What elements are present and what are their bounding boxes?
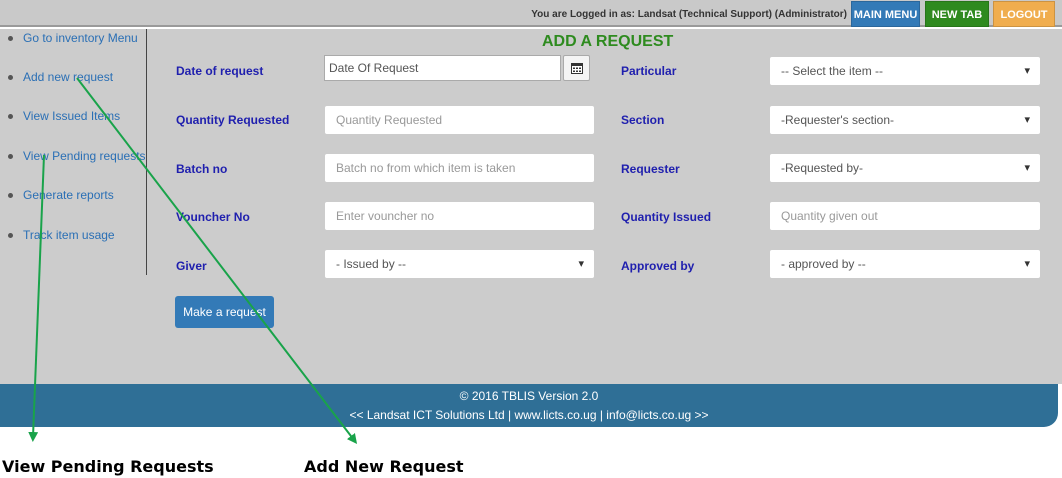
- quantity-label: Quantity Requested: [176, 113, 290, 127]
- date-field[interactable]: Date Of Request: [324, 55, 561, 81]
- quantity-issued-label: Quantity Issued: [621, 210, 712, 224]
- quantity-issued-input[interactable]: Quantity given out: [769, 201, 1041, 231]
- new-tab-button[interactable]: NEW TAB: [925, 1, 989, 27]
- footer-links: << Landsat ICT Solutions Ltd | www.licts…: [349, 408, 709, 422]
- batch-input[interactable]: Batch no from which item is taken: [324, 153, 595, 183]
- sidebar-item-pending-requests[interactable]: View Pending requests: [8, 149, 146, 163]
- top-bar: You are Logged in as: Landsat (Technical…: [0, 0, 1062, 27]
- particular-select[interactable]: -- Select the item --: [769, 56, 1041, 86]
- bullet-icon: [8, 114, 13, 120]
- main-menu-button[interactable]: MAIN MENU: [851, 1, 920, 27]
- app-window: You are Logged in as: Landsat (Technical…: [0, 0, 1062, 427]
- footer-version: © 2016 TBLIS Version 2.0: [459, 389, 599, 403]
- batch-label: Batch no: [176, 162, 228, 176]
- sidebar-item-inventory-menu[interactable]: Go to inventory Menu: [8, 31, 138, 45]
- quantity-input[interactable]: Quantity Requested: [324, 105, 595, 135]
- giver-select[interactable]: - Issued by --: [324, 249, 595, 279]
- sidebar-item-issued-items[interactable]: View Issued Items: [8, 109, 120, 123]
- main-content: Go to inventory Menu Add new request Vie…: [0, 29, 1062, 384]
- section-label: Section: [621, 113, 665, 127]
- form-title: ADD A REQUEST: [542, 33, 674, 50]
- requester-select[interactable]: -Requested by-: [769, 153, 1041, 183]
- bullet-icon: [8, 154, 13, 160]
- sidebar-item-generate-reports[interactable]: Generate reports: [8, 188, 114, 202]
- particular-label: Particular: [621, 64, 677, 78]
- make-request-button[interactable]: Make a request: [175, 296, 274, 328]
- annotation-view-pending: View Pending Requests: [2, 457, 214, 476]
- voucher-input[interactable]: Enter vouncher no: [324, 201, 595, 231]
- bullet-icon: [8, 193, 13, 199]
- annotation-add-new: Add New Request: [304, 457, 464, 476]
- giver-label: Giver: [176, 259, 207, 273]
- bullet-icon: [8, 75, 13, 81]
- bullet-icon: [8, 36, 13, 42]
- calendar-icon: [571, 63, 583, 74]
- logged-in-status: You are Logged in as: Landsat (Technical…: [531, 9, 847, 20]
- sidebar-item-track-usage[interactable]: Track item usage: [8, 228, 115, 242]
- sidebar-item-add-request[interactable]: Add new request: [8, 70, 113, 84]
- footer: © 2016 TBLIS Version 2.0 << Landsat ICT …: [0, 384, 1058, 427]
- approved-by-label: Approved by: [621, 259, 695, 273]
- section-select[interactable]: -Requester's section-: [769, 105, 1041, 135]
- sidebar-item-label: Generate reports: [23, 188, 114, 202]
- requester-label: Requester: [621, 162, 680, 176]
- sidebar: Go to inventory Menu Add new request Vie…: [0, 29, 147, 275]
- approved-by-select[interactable]: - approved by --: [769, 249, 1041, 279]
- date-label: Date of request: [176, 64, 264, 78]
- sidebar-item-label: View Pending requests: [23, 149, 146, 163]
- logout-button[interactable]: LOGOUT: [993, 1, 1055, 27]
- sidebar-item-label: View Issued Items: [23, 109, 121, 123]
- sidebar-item-label: Track item usage: [23, 228, 115, 242]
- calendar-button[interactable]: [563, 55, 590, 81]
- sidebar-item-label: Add new request: [23, 70, 114, 84]
- bullet-icon: [8, 233, 13, 239]
- voucher-label: Vouncher No: [176, 210, 250, 224]
- sidebar-item-label: Go to inventory Menu: [23, 31, 138, 45]
